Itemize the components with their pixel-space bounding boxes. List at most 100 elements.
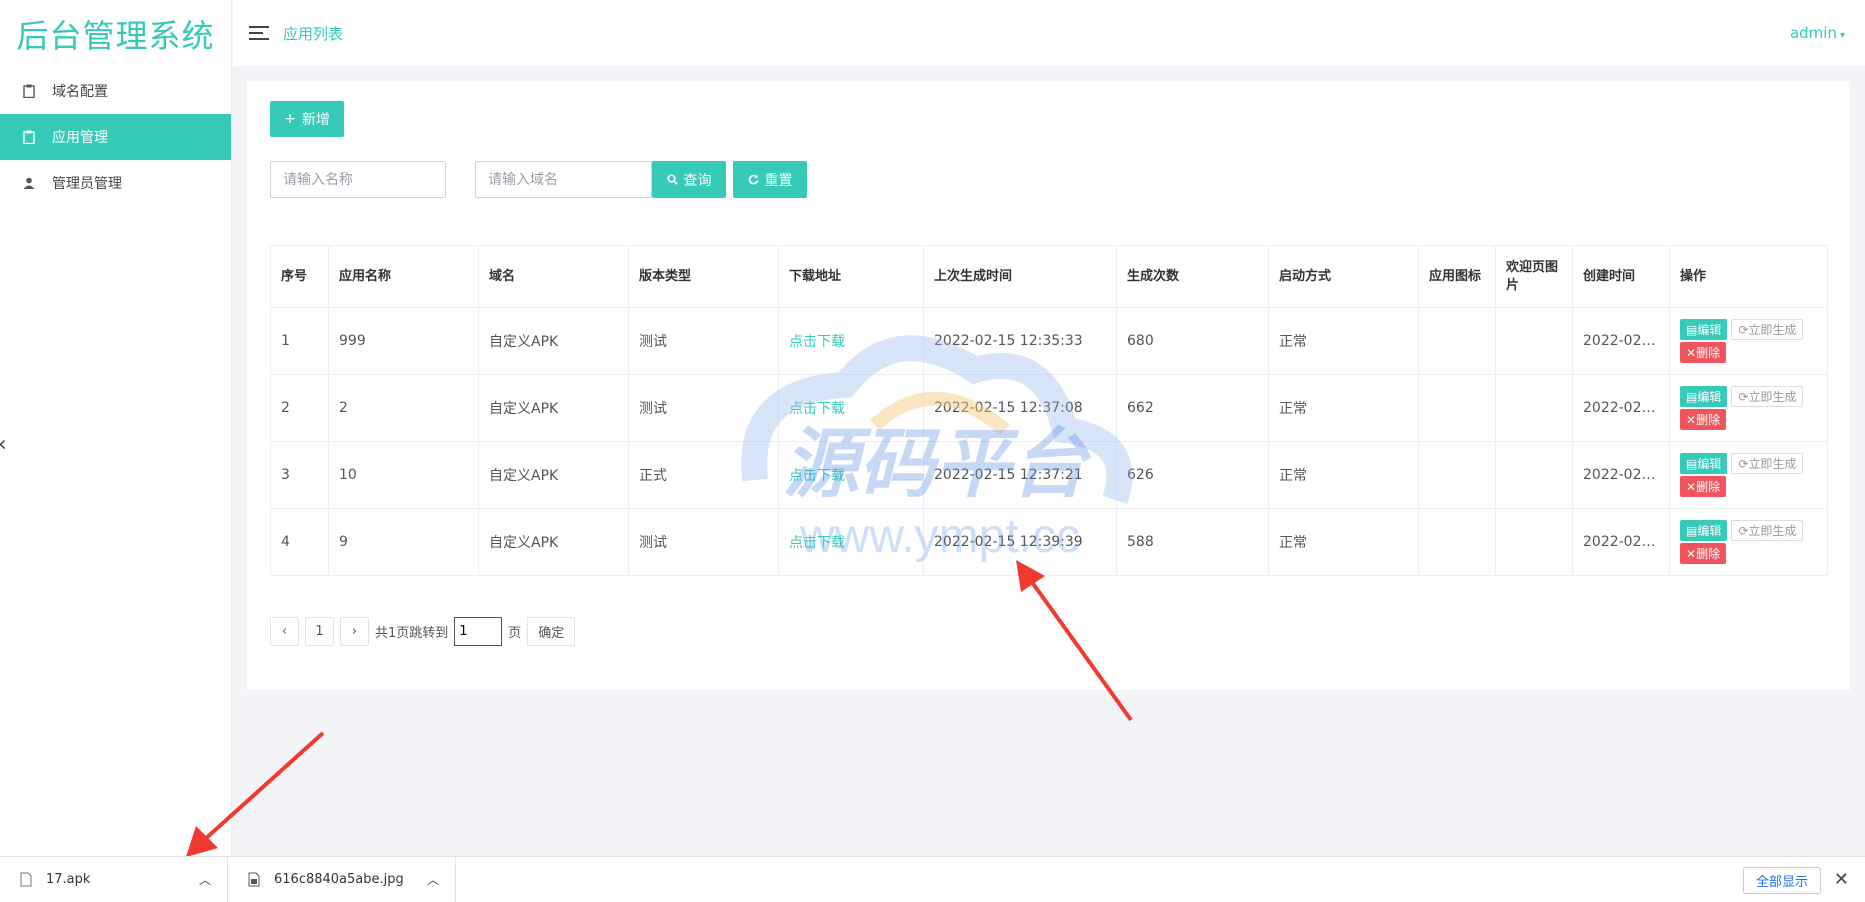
query-button-label: 查询 [683,172,712,189]
user-name: admin [1789,24,1837,42]
download-link[interactable]: 点击下载 [778,508,924,576]
name-search-input[interactable] [270,161,446,198]
close-icon: ✕ [1686,546,1697,561]
main-card: + 新增 查询 重置 序号 应用名称 域名 版本类型 下载地址 上次生成时间 生成… [247,81,1850,690]
cell-last-gen: 2022-02-15 12:39:39 [923,508,1117,576]
cell-launch: 正常 [1268,441,1419,509]
download-item[interactable]: 17.apk ︿ [0,856,228,902]
generate-button[interactable]: ⟳ 立即生成 [1731,386,1804,407]
download-link[interactable]: 点击下载 [778,441,924,509]
close-icon[interactable]: ✕ [1834,869,1849,890]
sidebar-item-admin-management[interactable]: 管理员管理 [0,160,231,206]
refresh-icon: ⟳ [1738,389,1749,404]
file-icon [20,872,32,887]
sidebar-item-domain-config[interactable]: 域名配置 [0,68,231,114]
query-button[interactable]: 查询 [652,161,726,198]
cell-created: 2022-02-... [1572,441,1670,509]
cell-name: 999 [328,307,479,375]
clipboard-icon [22,83,36,99]
delete-button[interactable]: ✕ 删除 [1680,409,1727,430]
column-header: 生成次数 [1116,245,1269,308]
close-icon: ✕ [1686,345,1697,360]
delete-label: 删除 [1696,346,1721,360]
refresh-icon: ⟳ [1738,322,1749,337]
page-jump-confirm-button[interactable]: 确定 [527,617,576,646]
pagination: ‹ 1 › 共1页跳转到 页 确定 [270,617,576,646]
delete-label: 删除 [1696,547,1721,561]
download-link[interactable]: 点击下载 [778,374,924,442]
column-header: 下载地址 [778,245,924,308]
cell-welcome [1495,441,1573,509]
cell-count: 626 [1116,441,1269,509]
breadcrumb[interactable]: 应用列表 [283,23,343,44]
add-button[interactable]: + 新增 [270,101,344,137]
generate-label: 立即生成 [1748,323,1797,337]
add-button-label: 新增 [301,112,330,128]
download-item[interactable]: 616c8840a5abe.jpg ︿ [228,856,456,902]
next-page-button[interactable]: › [340,617,369,646]
delete-button[interactable]: ✕ 删除 [1680,543,1727,564]
cell-count: 662 [1116,374,1269,442]
search-icon [666,174,678,185]
refresh-icon [748,174,759,185]
column-header: 欢迎页图片 [1495,245,1573,308]
delete-button[interactable]: ✕ 删除 [1680,476,1727,497]
cell-welcome [1495,508,1573,576]
sidebar-item-app-management[interactable]: 应用管理 [0,114,231,160]
column-header: 版本类型 [628,245,779,308]
cell-icon [1418,441,1496,509]
cell-launch: 正常 [1268,374,1419,442]
user-icon [22,175,36,191]
sidebar-item-label: 域名配置 [52,84,108,100]
image-file-icon [248,872,260,887]
edit-button[interactable]: ▤ 编辑 [1680,386,1728,407]
prev-page-button[interactable]: ‹ [270,617,299,646]
generate-button[interactable]: ⟳ 立即生成 [1731,319,1804,340]
delete-button[interactable]: ✕ 删除 [1680,342,1727,363]
column-header: 上次生成时间 [923,245,1117,308]
cell-type: 测试 [628,307,779,375]
reset-button[interactable]: 重置 [733,161,807,198]
cell-welcome [1495,307,1573,375]
generate-button[interactable]: ⟳ 立即生成 [1731,520,1804,541]
domain-search-input[interactable] [475,161,652,198]
sidebar-item-label: 管理员管理 [52,176,122,192]
cell-launch: 正常 [1268,307,1419,375]
cell-welcome [1495,374,1573,442]
page-jump-input[interactable] [454,617,503,646]
generate-button[interactable]: ⟳ 立即生成 [1731,453,1804,474]
page-total-text: 共1页跳转到 [375,626,449,641]
edit-label: 编辑 [1697,390,1722,404]
cell-created: 2022-02-... [1572,508,1670,576]
chevron-up-icon[interactable]: ︿ [199,871,211,888]
menu-toggle-icon[interactable] [249,26,269,40]
edit-button[interactable]: ▤ 编辑 [1680,453,1728,474]
cell-ops: ▤ 编辑 ⟳ 立即生成 ✕ 删除 [1669,374,1828,442]
page-unit-text: 页 [508,626,522,641]
show-all-downloads-button[interactable]: 全部显示 [1742,867,1821,894]
column-header: 操作 [1669,245,1828,308]
reset-button-label: 重置 [764,172,793,189]
cell-type: 正式 [628,441,779,509]
generate-label: 立即生成 [1748,390,1797,404]
page-number-button[interactable]: 1 [305,617,334,646]
edit-button[interactable]: ▤ 编辑 [1680,319,1728,340]
app-logo-title: 后台管理系统 [16,17,215,55]
column-header: 应用图标 [1418,245,1496,308]
download-link[interactable]: 点击下载 [778,307,924,375]
download-file-name: 616c8840a5abe.jpg [274,872,404,887]
cell-created: 2022-02-... [1572,307,1670,375]
cell-count: 680 [1116,307,1269,375]
edit-button[interactable]: ▤ 编辑 [1680,520,1728,541]
delete-label: 删除 [1696,413,1721,427]
chevron-up-icon[interactable]: ︿ [427,871,439,888]
cell-name: 9 [328,508,479,576]
cell-no: 4 [270,508,329,576]
delete-label: 删除 [1696,480,1721,494]
cell-domain: 自定义APK [478,374,629,442]
cell-domain: 自定义APK [478,441,629,509]
app-table: 序号 应用名称 域名 版本类型 下载地址 上次生成时间 生成次数 启动方式 应用… [270,245,1828,576]
user-menu[interactable]: admin ▾ [1790,24,1845,42]
chevron-left-icon[interactable]: ‹ [0,432,7,457]
top-header: 应用列表 admin ▾ [233,0,1865,66]
